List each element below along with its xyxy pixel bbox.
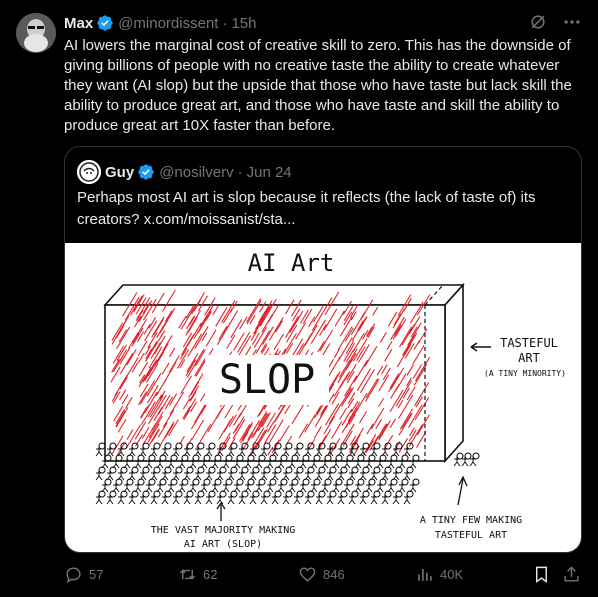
quote-author-name[interactable]: Guy [105,164,134,181]
tweet-header: Max @minordissent · 15h [64,13,256,33]
tweet-text: AI lowers the marginal cost of creative … [64,37,572,134]
slop-label: SLOP [219,357,315,403]
quote-author-avatar[interactable] [77,160,101,184]
ai-art-illustration: AI Art SLOP TASTEFUL ART (A TINY MINORIT… [95,249,566,550]
majority-label-2: AI ART (SLOP) [184,539,262,550]
few-label-2: TASTEFUL ART [435,530,507,541]
like-count: 846 [323,567,345,582]
majority-label: THE VAST MAJORITY MAKING [151,525,296,536]
verified-badge-icon [97,15,113,31]
quoted-tweet[interactable]: Guy @nosilverv · Jun 24 Perhaps most AI … [64,146,582,553]
reply-icon [66,567,81,584]
bookmark-icon [536,566,547,584]
repost-button[interactable]: 62 [178,565,217,584]
like-icon [299,567,316,582]
reply-button[interactable]: 57 [64,565,103,584]
tasteful-few [453,452,480,467]
quote-author-handle[interactable]: @nosilverv [159,164,233,181]
verified-badge-icon [138,164,154,180]
quote-text: Perhaps most AI art is slop because it r… [77,189,536,228]
share-button[interactable] [562,565,581,584]
separator: · [222,14,228,32]
reply-count: 57 [89,567,104,582]
quote-date[interactable]: Jun 24 [247,164,292,181]
author-handle[interactable]: @minordissent [118,15,218,32]
tasteful-label-art: ART [518,351,540,365]
repost-icon [179,569,196,580]
tweet[interactable]: Max @minordissent · 15h AI lowers the ma… [0,0,598,597]
tasteful-label: TASTEFUL [500,336,558,350]
action-bar: 57 62 846 40K [64,563,584,587]
timestamp[interactable]: 15h [231,15,256,32]
tiny-minority-label: (A TINY MINORITY) [484,369,566,378]
separator: · [237,163,243,181]
more-icon[interactable] [562,12,582,32]
repost-count: 62 [203,567,218,582]
image-title: AI Art [248,249,335,277]
views-count: 40K [440,567,464,582]
bookmark-button[interactable] [532,565,551,584]
views-button[interactable]: 40K [415,565,463,584]
author-name[interactable]: Max [64,15,93,32]
quote-header: Guy @nosilverv · Jun 24 [77,160,292,184]
top-actions [528,12,582,32]
author-avatar[interactable] [16,13,56,53]
few-label: A TINY FEW MAKING [420,515,522,526]
grok-icon[interactable] [528,12,548,32]
like-button[interactable]: 846 [298,565,345,584]
share-icon [564,566,579,582]
views-icon [418,568,432,581]
quote-image[interactable]: AI Art SLOP TASTEFUL ART (A TINY MINORIT… [65,243,581,552]
